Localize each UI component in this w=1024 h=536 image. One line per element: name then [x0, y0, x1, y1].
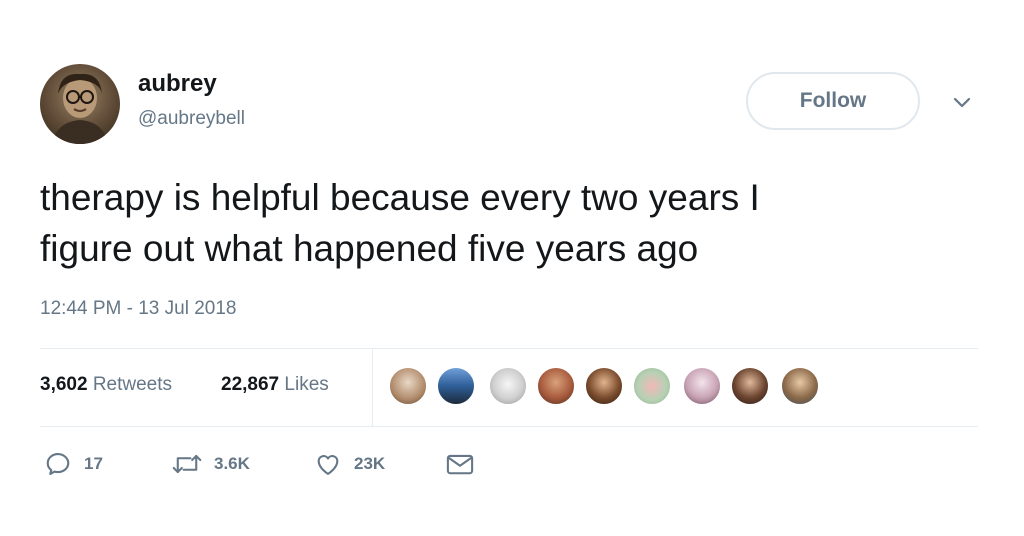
- heart-icon: [317, 455, 339, 475]
- reply-count: 17: [84, 454, 103, 473]
- likes-stat[interactable]: 22,867 Likes: [221, 374, 329, 396]
- divider-bottom: [40, 426, 978, 427]
- user-handle[interactable]: @aubreybell: [138, 108, 245, 130]
- like-count: 23K: [354, 454, 386, 473]
- retweets-count: 3,602: [40, 374, 88, 395]
- divider-top: [40, 348, 978, 349]
- envelope-icon: [446, 454, 474, 475]
- liker-avatar[interactable]: [488, 366, 528, 406]
- retweet-count: 3.6K: [214, 454, 250, 473]
- display-name[interactable]: aubrey: [138, 70, 217, 98]
- retweet-action[interactable]: 3.6K: [172, 450, 250, 478]
- follow-button[interactable]: Follow: [746, 72, 920, 130]
- retweets-stat[interactable]: 3,602 Retweets: [40, 374, 172, 396]
- liker-avatars: [388, 366, 828, 408]
- liker-avatar[interactable]: [780, 366, 820, 406]
- reply-icon: [46, 453, 70, 475]
- liker-avatar[interactable]: [584, 366, 624, 406]
- tweet-card: aubrey @aubreybell Follow therapy is hel…: [0, 0, 1024, 536]
- stats-separator: [372, 349, 373, 427]
- liker-avatar[interactable]: [536, 366, 576, 406]
- liker-avatar[interactable]: [388, 366, 428, 406]
- like-action[interactable]: 23K: [314, 450, 385, 478]
- liker-avatar[interactable]: [632, 366, 672, 406]
- direct-message-action[interactable]: [445, 450, 475, 478]
- avatar-photo: [52, 73, 108, 144]
- likes-count: 22,867: [221, 374, 280, 395]
- retweet-icon: [172, 454, 202, 474]
- chevron-down-icon[interactable]: [950, 94, 974, 112]
- retweets-label: Retweets: [92, 374, 173, 395]
- liker-avatar[interactable]: [436, 366, 476, 406]
- reply-action[interactable]: 17: [44, 450, 103, 478]
- likes-label: Likes: [284, 374, 329, 395]
- tweet-timestamp[interactable]: 12:44 PM - 13 Jul 2018: [40, 298, 236, 320]
- tweet-text: therapy is helpful because every two yea…: [40, 177, 760, 269]
- avatar[interactable]: [40, 64, 120, 144]
- liker-avatar[interactable]: [730, 366, 770, 406]
- liker-avatar[interactable]: [682, 366, 722, 406]
